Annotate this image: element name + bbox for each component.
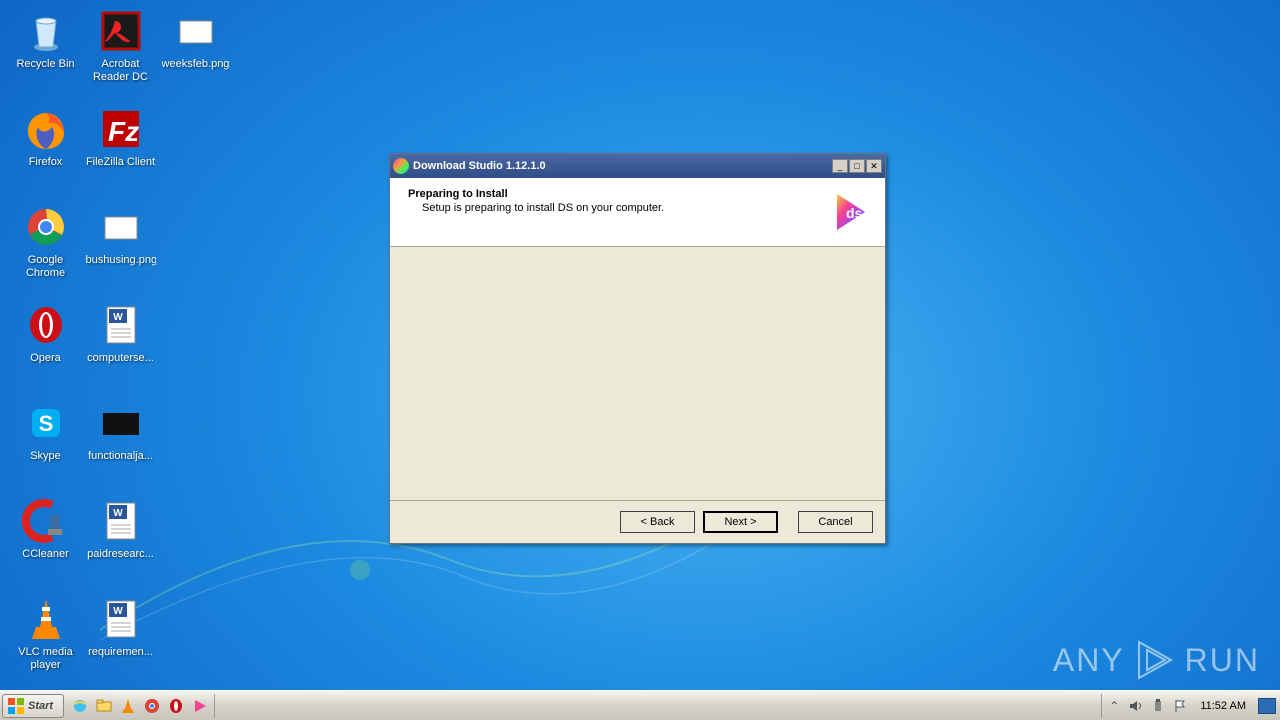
icon-label: Opera [30, 352, 61, 365]
desktop-icon-computerse[interactable]: W computerse... [83, 299, 158, 397]
installer-body [390, 247, 885, 501]
icon-label: Google Chrome [11, 254, 81, 280]
svg-text:W: W [113, 312, 123, 323]
quick-download-studio[interactable] [190, 696, 210, 716]
quick-ie[interactable] [70, 696, 90, 716]
quick-vlc[interactable] [118, 696, 138, 716]
system-tray: ⌃ 11:52 AM [1101, 694, 1280, 718]
desktop-icon-bushusing[interactable]: bushusing.png [83, 201, 158, 299]
word-doc-icon: W [97, 301, 145, 349]
opera-icon [22, 301, 70, 349]
desktop-icon-requiremen[interactable]: W requiremen... [83, 593, 158, 691]
acrobat-icon [97, 7, 145, 55]
start-label: Start [28, 700, 53, 712]
icon-label: CCleaner [22, 548, 68, 561]
windows-logo-icon [7, 697, 25, 715]
tray-volume-icon[interactable] [1128, 698, 1144, 714]
tray-flag-icon[interactable] [1172, 698, 1188, 714]
vlc-icon [22, 595, 70, 643]
start-button[interactable]: Start [2, 694, 64, 718]
desktop-icon-ccleaner[interactable]: CCleaner [8, 495, 83, 593]
show-desktop-button[interactable] [1258, 698, 1276, 714]
icon-label: functionalja... [88, 450, 153, 463]
svg-text:Fz: Fz [108, 116, 139, 147]
svg-text:ds: ds [846, 205, 863, 221]
installer-footer: < Back Next > Cancel [390, 501, 885, 543]
icon-label: computerse... [87, 352, 154, 365]
word-doc-icon: W [97, 497, 145, 545]
quick-launch [66, 694, 215, 718]
chrome-icon [22, 203, 70, 251]
ds-logo-icon: ds [825, 188, 873, 236]
image-file-icon [172, 7, 220, 55]
watermark-text-1: ANY [1053, 642, 1125, 679]
installer-header: Preparing to Install Setup is preparing … [390, 178, 885, 247]
desktop-icon-functionalja[interactable]: functionalja... [83, 397, 158, 495]
icon-label: Firefox [29, 156, 63, 169]
desktop-icon-google-chrome[interactable]: Google Chrome [8, 201, 83, 299]
cancel-button[interactable]: Cancel [798, 511, 873, 533]
firefox-icon [22, 105, 70, 153]
icon-label: FileZilla Client [86, 156, 155, 169]
taskbar-clock[interactable]: 11:52 AM [1194, 700, 1252, 712]
close-button[interactable]: ✕ [866, 159, 882, 173]
quick-chrome[interactable] [142, 696, 162, 716]
tray-expand-icon[interactable]: ⌃ [1106, 698, 1122, 714]
installer-heading: Preparing to Install [408, 188, 825, 200]
image-file-icon [97, 203, 145, 251]
filezilla-icon: Fz [97, 105, 145, 153]
anyrun-watermark: ANY RUN [1053, 638, 1260, 682]
icon-label: paidresearc... [87, 548, 154, 561]
minimize-button[interactable]: _ [832, 159, 848, 173]
svg-text:W: W [113, 606, 123, 617]
ds-app-icon [393, 158, 409, 174]
desktop-icon-acrobat-reader[interactable]: Acrobat Reader DC [83, 5, 158, 103]
icon-label: Skype [30, 450, 61, 463]
icon-label: Recycle Bin [16, 58, 74, 71]
ccleaner-icon [22, 497, 70, 545]
installer-window: Download Studio 1.12.1.0 _ □ ✕ Preparing… [389, 153, 886, 544]
word-doc-icon: W [97, 595, 145, 643]
desktop: Recycle Bin Firefox Google Chrome Opera … [8, 5, 233, 691]
desktop-icon-vlc[interactable]: VLC media player [8, 593, 83, 691]
back-button[interactable]: < Back [620, 511, 695, 533]
icon-label: Acrobat Reader DC [86, 58, 156, 84]
desktop-icon-skype[interactable]: S Skype [8, 397, 83, 495]
tray-usb-icon[interactable] [1150, 698, 1166, 714]
installer-subheading: Setup is preparing to install DS on your… [422, 202, 825, 214]
icon-label: weeksfeb.png [162, 58, 230, 71]
icon-label: VLC media player [11, 646, 81, 672]
desktop-icon-recycle-bin[interactable]: Recycle Bin [8, 5, 83, 103]
installer-titlebar[interactable]: Download Studio 1.12.1.0 _ □ ✕ [390, 154, 885, 178]
quick-explorer[interactable] [94, 696, 114, 716]
dark-thumb-icon [97, 399, 145, 447]
icon-label: bushusing.png [86, 254, 156, 267]
icon-label: requiremen... [88, 646, 153, 659]
taskbar: Start ⌃ 11:52 AM [0, 690, 1280, 720]
skype-icon: S [22, 399, 70, 447]
desktop-icon-firefox[interactable]: Firefox [8, 103, 83, 201]
desktop-icon-weeksfeb[interactable]: weeksfeb.png [158, 5, 233, 103]
svg-text:W: W [113, 508, 123, 519]
svg-text:S: S [38, 411, 53, 436]
next-button[interactable]: Next > [703, 511, 778, 533]
maximize-button[interactable]: □ [849, 159, 865, 173]
quick-opera[interactable] [166, 696, 186, 716]
desktop-icon-opera[interactable]: Opera [8, 299, 83, 397]
recycle-bin-icon [22, 7, 70, 55]
play-icon [1133, 638, 1177, 682]
installer-title: Download Studio 1.12.1.0 [413, 160, 832, 172]
desktop-icon-paidresearc[interactable]: W paidresearc... [83, 495, 158, 593]
desktop-icon-filezilla[interactable]: Fz FileZilla Client [83, 103, 158, 201]
watermark-text-2: RUN [1185, 642, 1260, 679]
